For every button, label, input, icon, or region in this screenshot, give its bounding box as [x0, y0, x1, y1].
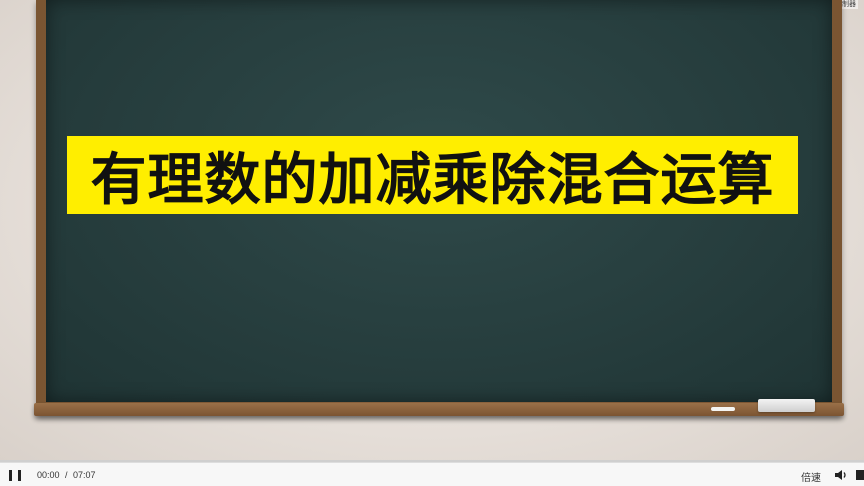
pause-button[interactable]	[9, 470, 21, 481]
playback-speed-button[interactable]: 倍速	[801, 469, 821, 484]
total-time: 07:07	[73, 470, 96, 480]
pause-icon-bar	[18, 470, 21, 481]
fullscreen-icon[interactable]	[856, 470, 864, 480]
title-banner: 有理数的加减乘除混合运算	[67, 136, 798, 214]
page-title: 有理数的加减乘除混合运算	[90, 147, 775, 213]
time-separator: /	[65, 470, 68, 480]
volume-icon[interactable]	[834, 469, 848, 481]
player-controls	[0, 462, 864, 486]
eraser	[758, 399, 815, 412]
pause-icon	[9, 470, 12, 481]
current-time: 00:00	[37, 470, 60, 480]
chalk-piece	[711, 407, 735, 411]
